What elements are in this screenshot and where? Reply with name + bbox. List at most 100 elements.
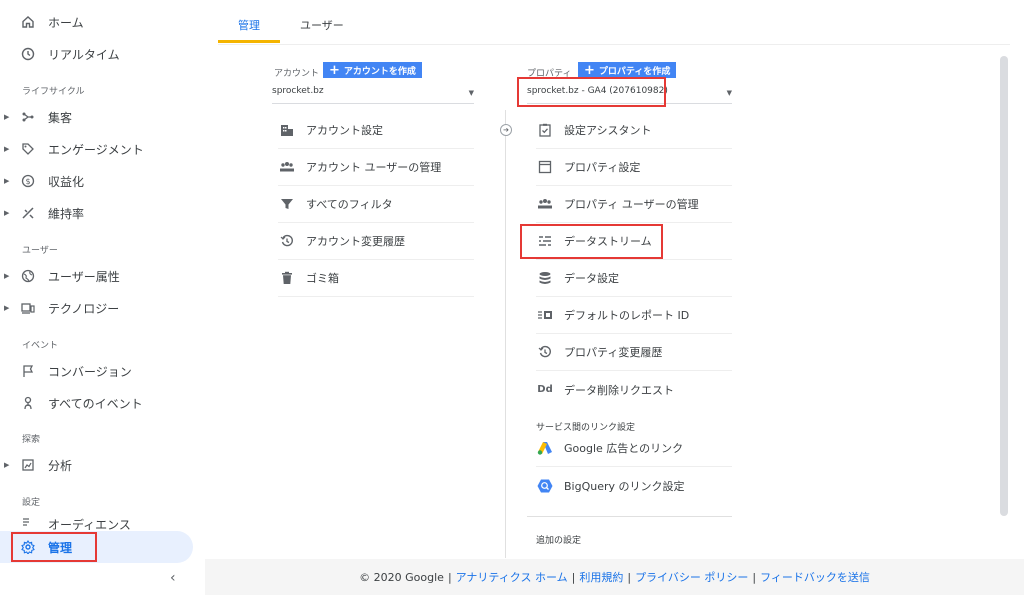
sidebar-item-engagement[interactable]: ▶ エンゲージメント — [0, 134, 205, 164]
database-icon — [536, 269, 554, 287]
column-divider — [505, 110, 506, 558]
arrow-right-icon: ➔ — [500, 124, 512, 136]
section-config: 設定 — [22, 498, 41, 508]
dropdown-caret-icon: ▼ — [468, 89, 474, 97]
property-settings-item[interactable]: プロパティ設定 — [536, 149, 732, 186]
footer: © 2020 Google | アナリティクス ホーム | 利用規約 | プライ… — [205, 559, 1024, 595]
data-deletion-request-item[interactable]: Dd データ削除リクエスト — [536, 371, 732, 408]
separator: | — [571, 570, 576, 584]
sidebar-item-label: 維持率 — [48, 206, 85, 221]
sidebar: ホーム リアルタイム ライフサイクル ▶ 集客 ▶ エンゲージメント ▶ $ 収… — [0, 0, 205, 598]
highlight-box-admin — [11, 532, 97, 562]
sidebar-item-label: 分析 — [48, 458, 73, 473]
section-explore: 探索 — [22, 435, 41, 445]
svg-text:$: $ — [25, 177, 30, 186]
create-property-button[interactable]: + プロパティを作成 — [578, 62, 677, 78]
account-user-management-item[interactable]: アカウント ユーザーの管理 — [278, 149, 474, 186]
default-report-id-item[interactable]: デフォルトのレポート ID — [536, 297, 732, 334]
trash-item[interactable]: ゴミ箱 — [278, 260, 474, 297]
privacy-link[interactable]: プライバシー ポリシー — [635, 569, 748, 585]
sidebar-item-label: ホーム — [48, 15, 84, 30]
separator: | — [447, 570, 452, 584]
sidebar-item-monetization[interactable]: ▶ $ 収益化 — [0, 166, 205, 196]
item-label: BigQuery のリンク設定 — [564, 479, 685, 493]
item-label: データ削除リクエスト — [564, 383, 674, 397]
retention-icon — [18, 203, 38, 223]
create-account-button[interactable]: + アカウントを作成 — [323, 62, 422, 78]
sidebar-item-label: 収益化 — [48, 174, 85, 189]
bigquery-icon — [536, 477, 554, 495]
sidebar-item-label: コンバージョン — [48, 364, 132, 379]
plus-icon: + — [584, 62, 595, 78]
analysis-icon — [18, 455, 38, 475]
tag-icon — [18, 139, 38, 159]
sidebar-item-tech[interactable]: ▶ テクノロジー — [0, 293, 205, 323]
scrollbar[interactable] — [1000, 56, 1008, 516]
separator: | — [752, 570, 757, 584]
google-ads-icon — [536, 439, 554, 457]
caret-right-icon: ▶ — [4, 272, 10, 280]
create-account-label: アカウントを作成 — [343, 66, 416, 77]
collapse-sidebar-button[interactable]: ‹ — [170, 570, 176, 586]
tab-admin[interactable]: 管理 — [238, 17, 260, 33]
item-label: ゴミ箱 — [306, 272, 339, 285]
report-id-icon — [536, 306, 554, 324]
caret-right-icon: ▶ — [4, 304, 10, 312]
copyright-text: © 2020 Google — [359, 570, 444, 584]
sidebar-item-realtime[interactable]: リアルタイム — [0, 39, 205, 69]
section-user: ユーザー — [22, 246, 58, 256]
sidebar-item-retention[interactable]: ▶ 維持率 — [0, 198, 205, 228]
account-select-value: sprocket.bz — [272, 86, 324, 96]
sidebar-item-label: エンゲージメント — [48, 142, 144, 157]
highlight-box-data-streams — [520, 224, 663, 259]
sidebar-item-label: ユーザー属性 — [48, 269, 120, 284]
data-settings-item[interactable]: データ設定 — [536, 260, 732, 297]
account-settings-item[interactable]: アカウント設定 — [278, 112, 474, 149]
home-icon — [18, 12, 38, 32]
sidebar-item-conversions[interactable]: コンバージョン — [0, 356, 205, 386]
caret-right-icon: ▶ — [4, 461, 10, 469]
property-change-history-item[interactable]: プロパティ変更履歴 — [536, 334, 732, 371]
feedback-link[interactable]: フィードバックを送信 — [760, 569, 870, 585]
touch-icon — [18, 393, 38, 413]
all-filters-item[interactable]: すべてのフィルタ — [278, 186, 474, 223]
account-column-label: アカウント — [274, 69, 320, 79]
sidebar-item-demographics[interactable]: ▶ ユーザー属性 — [0, 261, 205, 291]
property-user-management-item[interactable]: プロパティ ユーザーの管理 — [536, 186, 732, 223]
dd-icon: Dd — [537, 384, 553, 395]
building-icon — [278, 121, 296, 139]
item-label: デフォルトのレポート ID — [564, 309, 690, 322]
account-select[interactable]: sprocket.bz ▼ — [272, 86, 474, 104]
item-label: プロパティ設定 — [564, 161, 641, 174]
google-ads-link-item[interactable]: Google 広告とのリンク — [536, 430, 732, 467]
dropdown-caret-icon: ▼ — [726, 89, 732, 97]
caret-right-icon: ▶ — [4, 145, 10, 153]
filter-icon — [278, 195, 296, 213]
sidebar-item-label: リアルタイム — [48, 47, 120, 62]
sidebar-item-analysis[interactable]: ▶ 分析 — [0, 450, 205, 480]
sidebar-item-label: オーディエンス — [48, 518, 131, 531]
acquisition-icon — [18, 107, 38, 127]
bigquery-link-item[interactable]: BigQuery のリンク設定 — [536, 467, 732, 504]
window-icon — [536, 158, 554, 176]
section-divider — [527, 516, 732, 517]
sidebar-item-all-events[interactable]: すべてのイベント — [0, 388, 205, 418]
sidebar-item-acquisition[interactable]: ▶ 集客 — [0, 102, 205, 132]
item-label: すべてのフィルタ — [306, 198, 393, 211]
devices-icon — [18, 298, 38, 318]
account-change-history-item[interactable]: アカウント変更履歴 — [278, 223, 474, 260]
clock-icon — [18, 44, 38, 64]
caret-right-icon: ▶ — [4, 113, 10, 121]
tab-user[interactable]: ユーザー — [300, 17, 344, 33]
setup-assistant-item[interactable]: 設定アシスタント — [536, 112, 732, 149]
separator: | — [627, 570, 632, 584]
caret-right-icon: ▶ — [4, 177, 10, 185]
dollar-icon: $ — [18, 171, 38, 191]
item-label: アカウント ユーザーの管理 — [306, 161, 442, 174]
terms-link[interactable]: 利用規約 — [579, 569, 623, 585]
sidebar-item-audiences[interactable]: オーディエンス — [0, 513, 205, 531]
globe-icon — [18, 266, 38, 286]
history-icon — [536, 343, 554, 361]
analytics-home-link[interactable]: アナリティクス ホーム — [456, 569, 568, 585]
sidebar-item-home[interactable]: ホーム — [0, 7, 205, 37]
